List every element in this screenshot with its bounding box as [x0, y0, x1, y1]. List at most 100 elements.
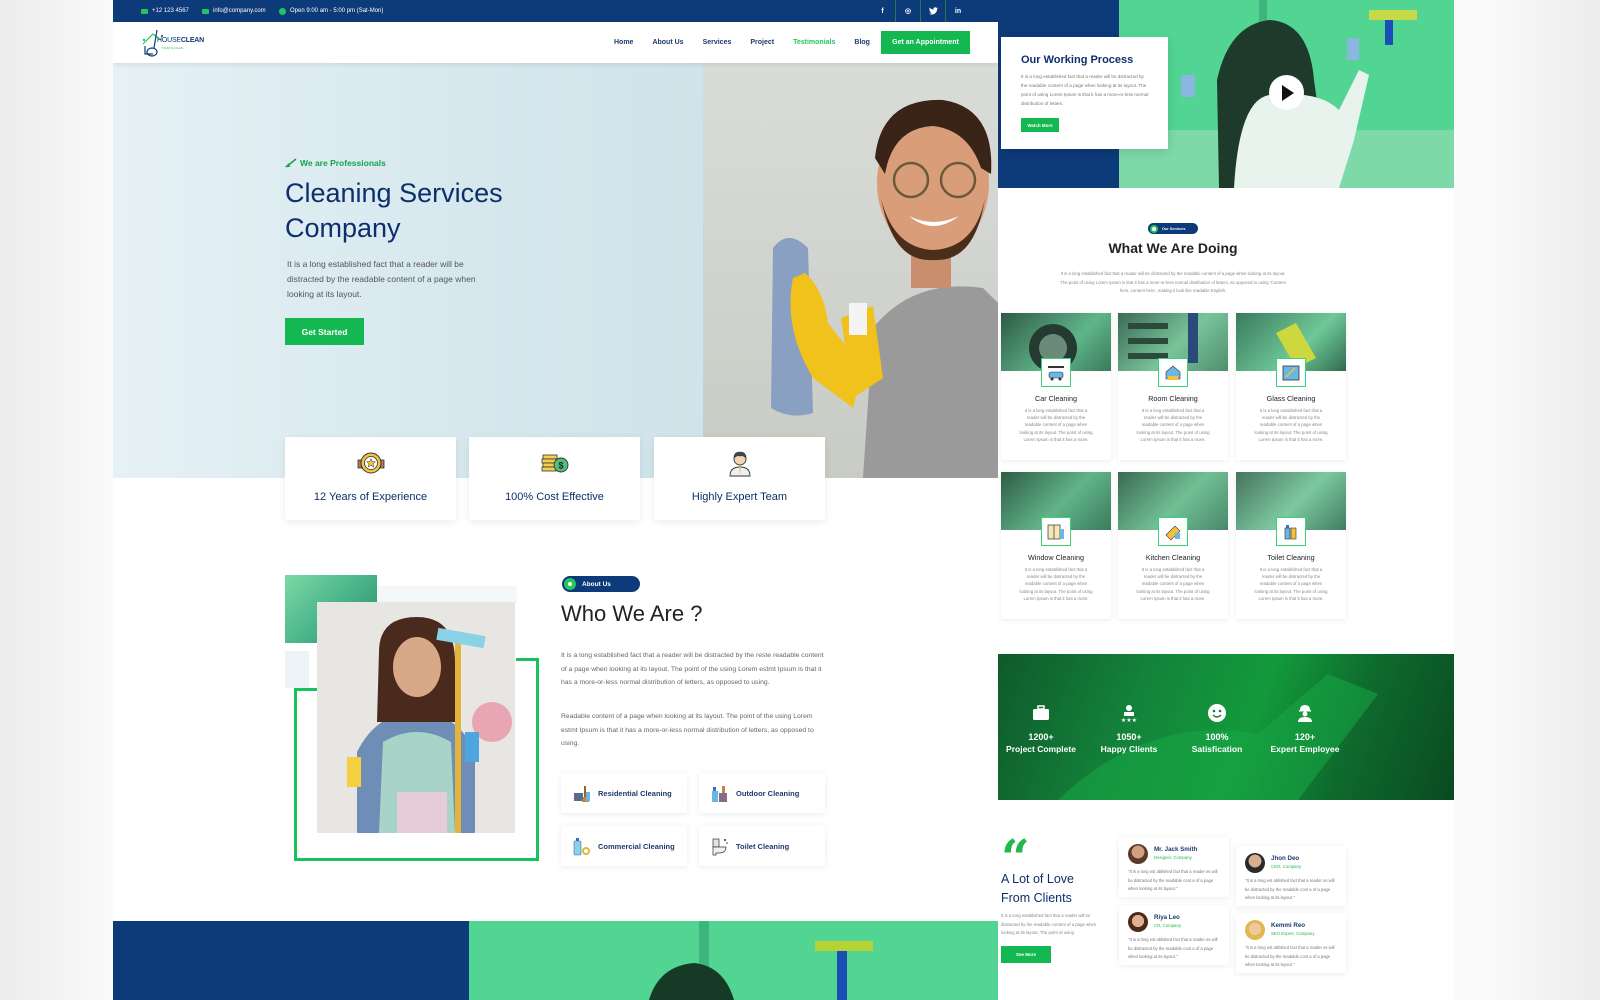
- hero-section: We are Professionals Cleaning Services C…: [113, 63, 998, 478]
- chip-label: Outdoor Cleaning: [736, 788, 800, 798]
- service-card-desc: It is a long established fact that a rea…: [1019, 567, 1093, 601]
- email-info[interactable]: info@company.com: [202, 0, 266, 22]
- testimonial-card: Jhon Deo CEO, Company "It is a long est …: [1236, 846, 1346, 906]
- get-started-button[interactable]: Get Started: [285, 318, 364, 345]
- testimonial-role: CR, Company: [1154, 923, 1181, 928]
- main-navbar: HOUSECLEAN YOUR SLOGAN Home About Us Ser…: [113, 22, 998, 63]
- clock-icon: [279, 7, 286, 15]
- testimonial-quote: "It is a long est ablished fact that a r…: [1245, 945, 1335, 967]
- service-card-desc: It is a long established fact that a rea…: [1019, 408, 1093, 442]
- nav-menu: Home About Us Services Project Testimoni…: [614, 22, 889, 63]
- service-card-toilet[interactable]: Toilet Cleaning It is a long established…: [1236, 472, 1346, 619]
- stat-label: Expert Employee: [1270, 744, 1340, 754]
- watch-more-button[interactable]: Watch More: [1021, 118, 1059, 132]
- feature-label: 100% Cost Effective: [505, 491, 604, 503]
- testimonials-desc: It is a long established fact that a rea…: [1001, 913, 1097, 935]
- testimonial-role: CEO, Company: [1271, 864, 1302, 869]
- nav-services[interactable]: Services: [703, 39, 732, 46]
- service-chip-residential[interactable]: Residential Cleaning: [561, 773, 687, 813]
- about-main-photo: [317, 602, 515, 833]
- hero-kicker: We are Professionals: [285, 158, 386, 168]
- play-video-button[interactable]: [1269, 75, 1304, 110]
- chip-label: Residential Cleaning: [598, 788, 672, 798]
- chip-label: Commercial Cleaning: [598, 841, 675, 851]
- stat-employees: 120+ Expert Employee: [1260, 703, 1350, 754]
- twitter-icon[interactable]: [920, 0, 945, 22]
- footer-preview-blue: [113, 921, 469, 1000]
- badge-text: Our Services: [1162, 226, 1186, 231]
- service-card-glass[interactable]: Glass Cleaning It is a long established …: [1236, 313, 1346, 460]
- footer-preview-photo: [469, 921, 998, 1000]
- about-paragraph-2: Readable content of a page when looking …: [561, 713, 814, 748]
- feature-label: 12 Years of Experience: [313, 491, 428, 503]
- avatar: [1245, 853, 1265, 873]
- hours-text: Open 9:00 am - 5:00 pm (Sat-Mon): [290, 8, 384, 14]
- see-more-button[interactable]: See More: [1001, 946, 1051, 963]
- about-decor-block: [377, 586, 517, 603]
- coins-dollar-icon: $: [541, 454, 569, 473]
- service-chip-outdoor[interactable]: Outdoor Cleaning: [699, 773, 825, 813]
- services-description: It is a long established fact that a rea…: [1060, 271, 1286, 294]
- nav-blog[interactable]: Blog: [854, 39, 870, 46]
- testimonial-card: Kemmi Reo SEO Expert, Company "It is a l…: [1236, 913, 1346, 973]
- nav-testimonials[interactable]: Testimonials: [793, 39, 835, 46]
- happy-clients-icon: ★★★: [1121, 705, 1137, 724]
- nav-project[interactable]: Project: [750, 39, 774, 46]
- service-chip-commercial[interactable]: Commercial Cleaning: [561, 826, 687, 866]
- testimonial-card: Mr. Jack Smith Designer, Company "It is …: [1119, 837, 1229, 897]
- instagram-icon[interactable]: ◎: [895, 0, 920, 22]
- gear-icon: [1150, 224, 1158, 233]
- service-card-desc: It is a long established fact that a rea…: [1254, 408, 1328, 442]
- feature-card-team: Highly Expert Team: [654, 437, 825, 520]
- toilet-icon: [712, 838, 728, 856]
- service-card-title: Glass Cleaning: [1266, 394, 1316, 403]
- service-card-desc: It is a long established fact that a rea…: [1136, 408, 1210, 442]
- get-appointment-button[interactable]: Get an Appointment: [881, 31, 970, 54]
- service-chip-toilet[interactable]: Toilet Cleaning: [699, 826, 825, 866]
- about-frame-line: [536, 658, 539, 861]
- service-card-car[interactable]: Car Cleaning It is a long established fa…: [1001, 313, 1111, 460]
- our-services-badge: Our Services: [1148, 223, 1198, 234]
- facebook-icon[interactable]: f: [870, 0, 895, 22]
- nav-home[interactable]: Home: [614, 39, 633, 46]
- spray-bottles-icon: [712, 786, 727, 802]
- stat-label: Satisfication: [1191, 744, 1243, 754]
- briefcase-icon: [1033, 705, 1049, 720]
- avatar: [1245, 920, 1265, 940]
- about-frame-line: [516, 658, 539, 661]
- service-card-kitchen[interactable]: Kitchen Cleaning It is a long establishe…: [1118, 472, 1228, 619]
- about-us-badge: About Us: [562, 576, 640, 592]
- linkedin-icon[interactable]: in: [945, 0, 970, 22]
- hero-cleaner-photo: [771, 99, 998, 478]
- house-cleaning-icon: [1158, 358, 1188, 387]
- service-card-desc: It is a long established fact that a rea…: [1254, 567, 1328, 601]
- car-wash-icon: [1041, 358, 1071, 387]
- svg-text:$: $: [558, 461, 563, 471]
- badge-text: About Us: [582, 580, 611, 588]
- broom-icon: [285, 158, 297, 168]
- play-icon: [1282, 84, 1294, 101]
- stat-value: 100%: [1205, 732, 1229, 742]
- phone-icon: [141, 8, 148, 14]
- about-paragraph-1: It is a long established fact that a rea…: [561, 652, 824, 687]
- stat-label: Happy Clients: [1100, 744, 1158, 754]
- service-card-room[interactable]: Room Cleaning It is a long established f…: [1118, 313, 1228, 460]
- testimonial-role: Designer, Company: [1154, 855, 1192, 860]
- hero-description: It is a long established fact that a rea…: [287, 259, 476, 299]
- svg-text:★★★: ★★★: [1121, 717, 1137, 723]
- brand-name: HOUSECLEAN: [157, 37, 205, 44]
- working-process-title: Our Working Process: [1021, 54, 1134, 66]
- service-card-window[interactable]: Window Cleaning It is a long established…: [1001, 472, 1111, 619]
- stat-value: 1050+: [1116, 732, 1142, 742]
- feature-card-cost: $ 100% Cost Effective: [469, 437, 640, 520]
- inner-page-preview: Our Working Process It is a long establi…: [998, 0, 1454, 1000]
- testimonial-name: Jhon Deo: [1271, 855, 1300, 862]
- nav-about-us[interactable]: About Us: [652, 39, 683, 46]
- email-text[interactable]: info@company.com: [213, 8, 266, 14]
- testimonial-role: SEO Expert, Company: [1271, 931, 1315, 936]
- stat-label: Project Complete: [1006, 744, 1076, 754]
- stat-satisfaction: 100% Satisfication: [1172, 703, 1262, 754]
- service-card-title: Window Cleaning: [1028, 553, 1084, 562]
- phone-text: +12 123 4567: [152, 8, 189, 14]
- user-icon: [564, 578, 576, 590]
